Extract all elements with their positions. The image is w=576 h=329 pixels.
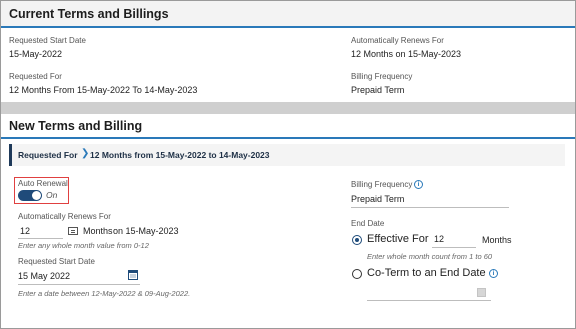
effective-for-hint: Enter whole month count from 1 to 60 bbox=[367, 252, 493, 261]
requested-start-date-input[interactable]: 15 May 2022 bbox=[18, 271, 70, 281]
calendar-icon[interactable] bbox=[128, 270, 138, 280]
auto-renewal-toggle[interactable] bbox=[18, 190, 42, 201]
effective-for-radio[interactable] bbox=[352, 235, 362, 245]
auto-renews-hint: Enter any whole month value from 0-12 bbox=[18, 241, 149, 250]
requested-for-label: Requested For bbox=[18, 150, 78, 160]
billing-frequency-info-icon[interactable]: i bbox=[414, 180, 423, 189]
start-date-hint: Enter a date between 12-May-2022 & 09-Au… bbox=[18, 289, 191, 298]
current-requested-for-value: 12 Months From 15-May-2022 To 14-May-202… bbox=[9, 85, 198, 95]
effective-for-unit: Months bbox=[482, 235, 512, 245]
co-term-label: Co-Term to an End Date bbox=[367, 267, 486, 279]
co-term-calendar-icon bbox=[477, 288, 486, 297]
co-term-radio[interactable] bbox=[352, 269, 362, 279]
auto-renews-input-underline bbox=[18, 238, 63, 239]
current-billing-frequency-value: Prepaid Term bbox=[351, 85, 405, 95]
new-auto-renews-label: Automatically Renews For bbox=[18, 212, 111, 221]
effective-for-underline bbox=[432, 247, 476, 248]
current-auto-renews-label: Automatically Renews For bbox=[351, 36, 444, 45]
auto-renewal-state: On bbox=[46, 190, 58, 200]
terms-panel: Current Terms and Billings Requested Sta… bbox=[0, 0, 576, 329]
end-date-label: End Date bbox=[351, 219, 385, 228]
co-term-info-icon[interactable]: i bbox=[489, 269, 498, 278]
auto-renews-on-date: on 15-May-2023 bbox=[113, 226, 179, 236]
chevron-right-icon: ❯ bbox=[81, 148, 90, 159]
current-terms-header: Current Terms and Billings bbox=[1, 1, 575, 28]
toggle-knob bbox=[32, 191, 41, 200]
current-requested-start-date-value: 15-May-2022 bbox=[9, 49, 63, 59]
co-term-date-underline bbox=[367, 300, 491, 301]
auto-renewal-label: Auto Renewal bbox=[18, 179, 68, 188]
requested-for-banner: Requested For ❯ 12 Months from 15-May-20… bbox=[9, 144, 565, 166]
effective-for-input[interactable]: 12 bbox=[434, 234, 444, 244]
current-auto-renews-value: 12 Months on 15-May-2023 bbox=[351, 49, 462, 59]
requested-for-value: 12 Months from 15-May-2022 to 14-May-202… bbox=[90, 150, 270, 160]
start-date-underline bbox=[18, 284, 140, 285]
new-terms-title: New Terms and Billing bbox=[9, 119, 143, 133]
current-requested-for-label: Requested For bbox=[9, 72, 62, 81]
section-divider bbox=[1, 102, 575, 114]
current-terms-title: Current Terms and Billings bbox=[9, 7, 169, 21]
current-requested-start-date-label: Requested Start Date bbox=[9, 36, 86, 45]
new-billing-frequency-label: Billing Frequency bbox=[351, 180, 413, 189]
auto-renews-months-suffix: Months bbox=[83, 226, 113, 236]
new-requested-start-date-label: Requested Start Date bbox=[18, 257, 95, 266]
months-icon bbox=[68, 227, 78, 235]
auto-renews-months-input[interactable]: 12 bbox=[20, 226, 30, 236]
auto-renewal-highlight: Auto Renewal On bbox=[14, 177, 69, 204]
effective-for-label: Effective For bbox=[367, 233, 429, 245]
current-billing-frequency-label: Billing Frequency bbox=[351, 72, 413, 81]
billing-frequency-select[interactable]: Prepaid Term bbox=[351, 194, 404, 204]
new-terms-header: New Terms and Billing bbox=[1, 114, 575, 139]
billing-frequency-underline bbox=[351, 207, 509, 208]
